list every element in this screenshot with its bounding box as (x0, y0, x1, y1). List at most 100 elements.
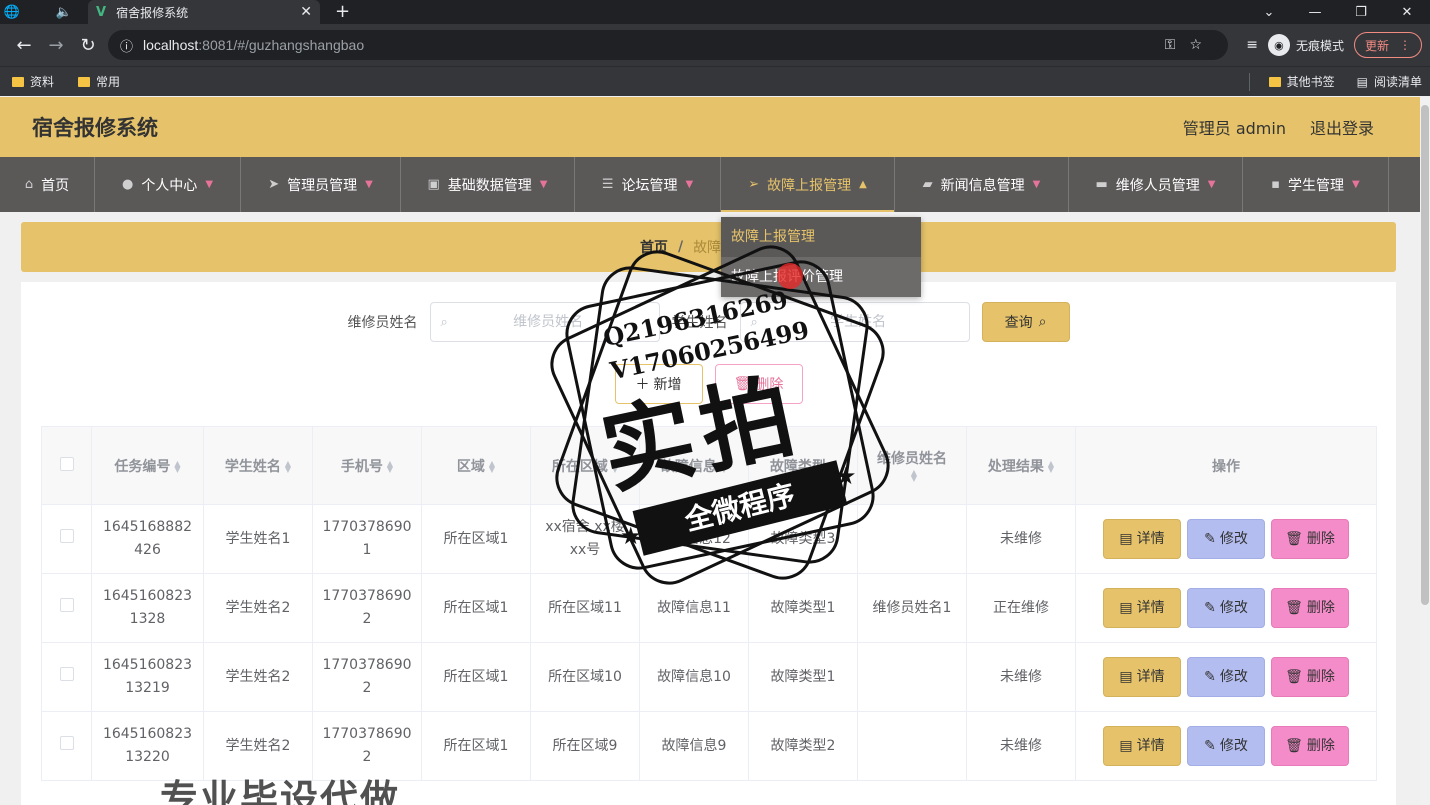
table-cell: 所在区域10 (530, 642, 640, 712)
nav-item-forum[interactable]: ☰ 论坛管理 ▼ (575, 157, 721, 212)
dropdown-item-fault-evaluation[interactable]: 故障上报评价管理 (721, 257, 921, 297)
forward-icon[interactable]: → (40, 35, 72, 56)
column-header[interactable]: 处理结果 ▲ ▼ (966, 426, 1076, 505)
column-header[interactable]: 手机号 ▲ ▼ (312, 426, 422, 505)
table-row: 164516082313219 学生姓名2 17703786902 所在区域1 所在区域… (41, 642, 1377, 712)
detail-button[interactable]: ▤ 详情 (1103, 588, 1181, 628)
nav-item-admin[interactable]: ➤ 管理员管理 ▼ (241, 157, 401, 212)
key-icon[interactable]: ⚿ (1165, 37, 1190, 53)
column-header[interactable]: 故障类型 ▲ ▼ (748, 426, 858, 505)
logout-link[interactable]: 退出登录 (1310, 115, 1374, 139)
nav-item-fault-report[interactable]: ➢ 故障上报管理 ▲ (721, 157, 895, 212)
minimize-icon[interactable]: — (1292, 0, 1338, 24)
edit-button[interactable]: ✎ 修改 (1187, 519, 1265, 559)
row-checkbox[interactable] (59, 735, 74, 750)
column-header[interactable]: 区域 ▲ ▼ (421, 426, 531, 505)
tab-title: 宿舍报修系统 (116, 5, 189, 20)
batch-delete-button[interactable]: 🗑 删除 (714, 364, 803, 404)
sort-icon[interactable]: ▲ ▼ (174, 459, 180, 473)
delete-button[interactable]: 🗑 删除 (1271, 519, 1349, 559)
restore-icon[interactable]: ❐ (1338, 0, 1384, 24)
document-icon: ▤ (1119, 530, 1133, 547)
trash-icon: 🗑 (1285, 530, 1303, 547)
divider (1249, 73, 1250, 91)
reading-list-icon: ▤ (1356, 74, 1368, 89)
update-button[interactable]: 更新 ⋮ (1353, 32, 1422, 58)
nav-item-student[interactable]: ▪ 学生管理 ▼ (1243, 157, 1389, 212)
detail-button[interactable]: ▤ 详情 (1103, 726, 1181, 766)
chevron-down-icon: ▼ (1207, 179, 1216, 190)
query-button[interactable]: 查询 ⌕ (981, 302, 1070, 342)
nav-item-repairman[interactable]: ▬ 维修人员管理 ▼ (1069, 157, 1243, 212)
edit-button[interactable]: ✎ 修改 (1187, 588, 1265, 628)
table-cell: 未维修 (966, 504, 1076, 574)
sort-icon[interactable]: ▲ ▼ (830, 459, 836, 473)
reading-list[interactable]: ▤ 阅读清单 (1357, 73, 1422, 90)
chevron-down-icon: ▼ (1352, 179, 1360, 190)
trash-icon: 🗑 (1285, 737, 1303, 754)
browser-tab[interactable]: V 宿舍报修系统 ✕ (88, 0, 320, 24)
reload-icon[interactable]: ↻ (72, 35, 104, 56)
sort-icon[interactable]: ▲ ▼ (1048, 459, 1054, 473)
delete-button[interactable]: 🗑 删除 (1271, 726, 1349, 766)
nav-item-basic-data[interactable]: ▣ 基础数据管理 ▼ (401, 157, 575, 212)
dropdown-item-fault-report[interactable]: 故障上报管理 (721, 217, 921, 257)
edit-button[interactable]: ✎ 修改 (1187, 657, 1265, 697)
add-button[interactable]: ＋新增 (614, 364, 703, 404)
remove-label: 删除 (1306, 668, 1335, 685)
sort-icon[interactable]: ▲ ▼ (285, 459, 291, 473)
nav-item-profile[interactable]: ● 个人中心 ▼ (95, 157, 241, 212)
sort-icon[interactable]: ▲ ▼ (387, 459, 393, 473)
scrollbar[interactable] (1420, 97, 1430, 805)
incognito-label: 无痕模式 (1295, 38, 1344, 53)
bookmarks-bar: 资料 常用 其他书签 ▤ 阅读清单 (0, 66, 1430, 96)
sort-icon[interactable]: ▲ ▼ (612, 459, 618, 473)
speaker-icon[interactable]: 🔈 (52, 0, 76, 24)
more-icon: ⋮ (1399, 38, 1411, 52)
bookmark-label: 资料 (30, 75, 55, 89)
close-tab-icon[interactable]: ✕ (300, 4, 312, 20)
row-checkbox[interactable] (59, 666, 74, 681)
delete-button[interactable]: 🗑 删除 (1271, 588, 1349, 628)
student-name-input[interactable] (757, 314, 959, 330)
row-select-cell (41, 504, 92, 574)
bookmark-folder[interactable]: 资料 (12, 73, 54, 90)
close-window-icon[interactable]: ✕ (1384, 0, 1430, 24)
nav-item-news[interactable]: ▰ 新闻信息管理 ▼ (895, 157, 1069, 212)
column-header[interactable]: 学生姓名 ▲ ▼ (203, 426, 313, 505)
sort-icon[interactable]: ▲ ▼ (721, 459, 727, 473)
breadcrumb-home[interactable]: 首页 (640, 237, 668, 257)
site-info-icon[interactable]: ⓘ (120, 36, 133, 55)
row-checkbox[interactable] (59, 528, 74, 543)
bookmark-folder[interactable]: 常用 (78, 73, 120, 90)
media-icon[interactable]: ≡ (1246, 37, 1258, 53)
table-cell: 正在维修 (966, 573, 1076, 643)
sort-icon[interactable]: ▲ ▼ (911, 468, 917, 482)
column-header[interactable]: 任务编号 ▲ ▼ (91, 426, 204, 505)
address-bar: ← → ↻ ⓘ localhost :8081/#/guzhangshangba… (0, 24, 1430, 66)
nav-item-home[interactable]: ⌂ 首页 (0, 157, 95, 212)
globe-icon[interactable]: 🌐 (0, 0, 24, 24)
row-checkbox[interactable] (59, 597, 74, 612)
column-header[interactable]: 维修员姓名 ▲ ▼ (857, 426, 967, 505)
edit-button[interactable]: ✎ 修改 (1187, 726, 1265, 766)
other-bookmarks[interactable]: 其他书签 (1268, 73, 1335, 90)
url-field[interactable]: ⓘ localhost :8081/#/guzhangshangbao ⚿☆ (108, 30, 1228, 60)
chevron-down-icon[interactable]: ⌄ (1246, 0, 1292, 24)
incognito-indicator[interactable]: ◉ 无痕模式 (1267, 34, 1344, 56)
sort-icon[interactable]: ▲ ▼ (489, 459, 495, 473)
delete-button[interactable]: 🗑 删除 (1271, 657, 1349, 697)
new-tab-icon[interactable]: + (335, 0, 350, 24)
select-all-checkbox[interactable] (59, 456, 74, 471)
star-icon[interactable]: ☆ (1189, 37, 1216, 53)
scrollbar-thumb[interactable] (1421, 105, 1429, 605)
table-cell: 维修员姓名1 (857, 573, 967, 643)
column-header[interactable]: 故障信息 ▲ ▼ (639, 426, 749, 505)
detail-button[interactable]: ▤ 详情 (1103, 519, 1181, 559)
column-header[interactable]: 所在区域 ▲ ▼ (530, 426, 640, 505)
repairman-name-input[interactable] (447, 314, 649, 330)
remove-label: 删除 (1306, 599, 1335, 616)
printer-icon: ▬ (1095, 177, 1108, 192)
detail-button[interactable]: ▤ 详情 (1103, 657, 1181, 697)
back-icon[interactable]: ← (8, 35, 40, 56)
